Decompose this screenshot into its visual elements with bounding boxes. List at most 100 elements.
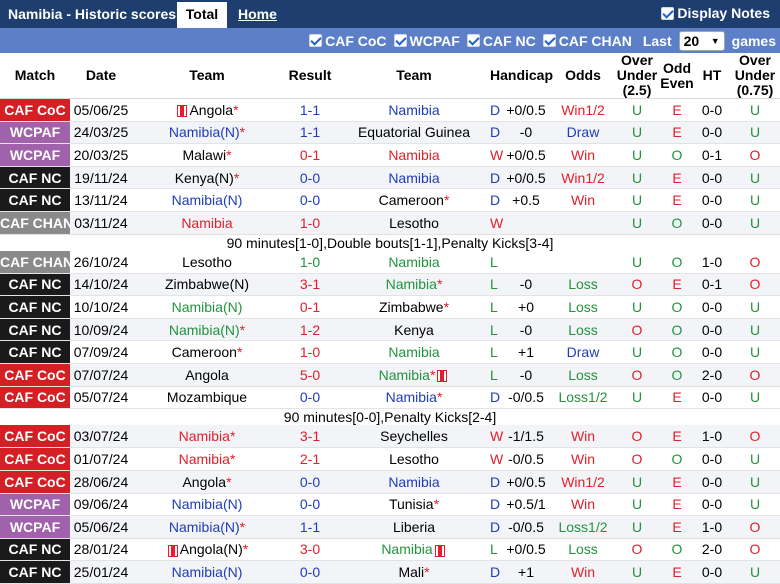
tab-home[interactable]: Home [238, 6, 277, 22]
competition-badge[interactable]: CAF CoC [0, 363, 70, 387]
team-name[interactable]: Lesotho [182, 254, 232, 270]
tab-total[interactable]: Total [177, 2, 227, 28]
team-name[interactable]: Lesotho [389, 451, 439, 467]
team-name[interactable]: Mozambique [167, 389, 247, 405]
team-cell[interactable]: Lesotho [338, 447, 490, 471]
team-name[interactable]: Zimbabwe(N) [165, 276, 249, 292]
competition-badge[interactable]: CAF CoC [0, 470, 70, 494]
table-row[interactable]: CAF CoC 05/06/25 Angola* 1-1 Namibia D +0/0.5 W… [0, 98, 780, 122]
competition-badge[interactable]: CAF CHAN [0, 250, 70, 274]
team-name[interactable]: Namibia(N) [169, 124, 240, 140]
team-cell[interactable]: Namibia(N) [132, 188, 282, 212]
score-cell[interactable]: 2-1 [282, 447, 338, 471]
team-cell[interactable]: Namibia [338, 538, 490, 562]
team-name[interactable]: Namibia [179, 428, 230, 444]
last-games-select[interactable]: 20 ▼ [678, 30, 725, 51]
competition-badge[interactable]: CAF CHAN [0, 211, 70, 235]
team-name[interactable]: Namibia [388, 147, 439, 163]
team-name[interactable]: Angola [185, 367, 229, 383]
competition-badge[interactable]: CAF CoC [0, 447, 70, 471]
competition-badge[interactable]: CAF NC [0, 188, 70, 212]
team-name[interactable]: Kenya [394, 322, 434, 338]
score-cell[interactable]: 5-0 [282, 363, 338, 387]
team-cell[interactable]: Lesotho [132, 250, 282, 274]
team-cell[interactable]: Namibia [338, 166, 490, 190]
team-name[interactable]: Angola(N) [180, 541, 243, 557]
team-cell[interactable]: Lesotho [338, 211, 490, 235]
score-cell[interactable]: 1-0 [282, 211, 338, 235]
team-cell[interactable]: Malawi* [132, 143, 282, 167]
score-cell[interactable]: 0-0 [282, 493, 338, 517]
table-row[interactable]: CAF CoC 28/06/24 Angola* 0-0 Namibia D +0/0.5 W… [0, 470, 780, 494]
team-cell[interactable]: Namibia(N) [132, 560, 282, 584]
team-name[interactable]: Namibia [386, 389, 437, 405]
table-row[interactable]: WCPAF 24/03/25 Namibia(N)* 1-1 Equatorial Gu… [0, 121, 780, 145]
table-row[interactable]: CAF NC 07/09/24 Cameroon* 1-0 Namibia L +1 Draw… [0, 340, 780, 365]
competition-badge[interactable]: CAF NC [0, 538, 70, 562]
table-row[interactable]: CAF NC 14/10/24 Zimbabwe(N) 3-1 Namibia* L -0 L… [0, 273, 780, 297]
team-name[interactable]: Namibia(N) [169, 322, 240, 338]
team-cell[interactable]: Namibia* [132, 447, 282, 471]
team-cell[interactable]: Seychelles [338, 425, 490, 449]
competition-badge[interactable]: WCPAF [0, 121, 70, 145]
team-cell[interactable]: Namibia [338, 98, 490, 122]
team-name[interactable]: Liberia [393, 519, 435, 535]
score-cell[interactable]: 1-0 [282, 250, 338, 274]
score-cell[interactable]: 3-0 [282, 538, 338, 562]
checkbox-icon[interactable] [393, 34, 407, 47]
team-name[interactable]: Malawi [182, 147, 226, 163]
team-cell[interactable]: Tunisia* [338, 493, 490, 517]
score-cell[interactable]: 0-0 [282, 188, 338, 212]
competition-badge[interactable]: CAF CoC [0, 98, 70, 122]
team-cell[interactable]: Namibia(N) [132, 295, 282, 319]
checkbox-icon[interactable] [661, 6, 675, 20]
score-cell[interactable]: 0-0 [282, 386, 338, 410]
team-cell[interactable]: Namibia(N)* [132, 121, 282, 145]
team-cell[interactable]: Angola [132, 363, 282, 387]
table-row[interactable]: CAF NC 25/01/24 Namibia(N) 0-0 Mali* D +1 Win U E… [0, 560, 780, 584]
team-cell[interactable]: Namibia [338, 250, 490, 274]
table-row[interactable]: CAF CoC 03/07/24 Namibia* 3-1 Seychelles W -1/… [0, 425, 780, 449]
team-name[interactable]: Namibia(N) [172, 564, 243, 580]
team-cell[interactable]: Kenya(N)* [132, 166, 282, 190]
table-row[interactable]: CAF NC 19/11/24 Kenya(N)* 0-0 Namibia D +0/0.5… [0, 166, 780, 190]
competition-badge[interactable]: CAF NC [0, 318, 70, 342]
team-name[interactable]: Namibia [381, 541, 432, 557]
team-name[interactable]: Namibia [388, 254, 439, 270]
team-cell[interactable]: Zimbabwe(N) [132, 273, 282, 297]
table-row[interactable]: WCPAF 05/06/24 Namibia(N)* 1-1 Liberia D -0/0.… [0, 515, 780, 539]
competition-badge[interactable]: WCPAF [0, 493, 70, 517]
team-cell[interactable]: Namibia* [338, 363, 490, 387]
table-row[interactable]: CAF NC 13/11/24 Namibia(N) 0-0 Cameroon* D +0.… [0, 188, 780, 212]
filter-wcpaf[interactable]: WCPAF [393, 33, 460, 49]
team-name[interactable]: Tunisia [389, 496, 434, 512]
team-name[interactable]: Namibia [386, 276, 437, 292]
team-cell[interactable]: Kenya [338, 318, 490, 342]
team-name[interactable]: Namibia [179, 451, 230, 467]
team-cell[interactable]: Namibia [132, 211, 282, 235]
team-cell[interactable]: Namibia [338, 470, 490, 494]
competition-badge[interactable]: CAF CoC [0, 386, 70, 410]
table-row[interactable]: CAF CHAN 26/10/24 Lesotho 1-0 Namibia L U O 1-0 O [0, 250, 780, 274]
competition-badge[interactable]: CAF NC [0, 273, 70, 297]
score-cell[interactable]: 0-0 [282, 560, 338, 584]
team-name[interactable]: Namibia [388, 170, 439, 186]
team-cell[interactable]: Equatorial Guinea [338, 121, 490, 145]
score-cell[interactable]: 3-1 [282, 425, 338, 449]
team-cell[interactable]: Namibia* [132, 425, 282, 449]
score-cell[interactable]: 1-1 [282, 121, 338, 145]
team-cell[interactable]: Namibia [338, 340, 490, 365]
score-cell[interactable]: 1-1 [282, 515, 338, 539]
table-row[interactable]: WCPAF 20/03/25 Malawi* 0-1 Namibia W +0/0.5 Win… [0, 143, 780, 167]
table-row[interactable]: CAF NC 28/01/24 Angola(N)* 3-0 Namibia L +0/0.… [0, 538, 780, 562]
team-name[interactable]: Zimbabwe [379, 299, 444, 315]
team-name[interactable]: Namibia [181, 215, 232, 231]
team-cell[interactable]: Mali* [338, 560, 490, 584]
competition-badge[interactable]: CAF CoC [0, 425, 70, 449]
team-cell[interactable]: Namibia(N)* [132, 515, 282, 539]
checkbox-icon[interactable] [466, 34, 480, 47]
team-name[interactable]: Cameroon [172, 344, 237, 360]
team-name[interactable]: Namibia [388, 344, 439, 360]
team-name[interactable]: Namibia [388, 102, 439, 118]
competition-badge[interactable]: WCPAF [0, 515, 70, 539]
